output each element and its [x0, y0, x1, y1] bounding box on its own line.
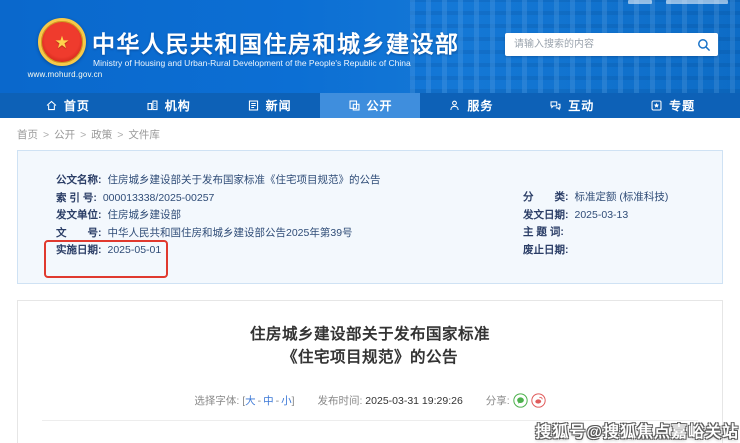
- article-title-line1: 住房城乡建设部关于发布国家标准: [18, 323, 722, 346]
- info-row-doc-title: 公文名称:住房城乡建设部关于发布国家标准《住宅项目规范》的公告: [56, 172, 381, 190]
- info-row-issue-date: 发文日期:2025-03-13: [523, 207, 668, 225]
- breadcrumb-item-library[interactable]: 文件库: [128, 129, 160, 141]
- news-icon: [247, 99, 260, 112]
- info-row-abolition-date: 废止日期:: [523, 242, 668, 260]
- publish-time-label: 发布时间:: [317, 395, 362, 407]
- document-info-right-column: 分 类:标准定额 (标准科技) 发文日期:2025-03-13 主 题 词: 废…: [523, 189, 668, 259]
- search-input[interactable]: [512, 38, 697, 51]
- breadcrumb-item-disclosure[interactable]: 公开: [54, 129, 75, 141]
- site-url: www.mohurd.gov.cn: [6, 70, 124, 79]
- nav-item-news[interactable]: 新闻: [219, 93, 320, 118]
- breadcrumb-separator: >: [80, 129, 86, 141]
- font-selector-label: 选择字体:: [194, 395, 239, 407]
- building-icon: [146, 99, 159, 112]
- nav-item-organization[interactable]: 机构: [118, 93, 219, 118]
- main-navigation: 首页 机构 新闻 公开 服务: [0, 93, 740, 118]
- disclosure-icon: [348, 99, 361, 112]
- nav-label: 专题: [669, 97, 695, 114]
- nav-label: 服务: [467, 97, 493, 114]
- breadcrumb-item-policy[interactable]: 政策: [91, 129, 112, 141]
- home-icon: [45, 99, 58, 112]
- sohu-watermark: 搜狐号@搜狐焦点嘉峪关站: [535, 418, 739, 442]
- site-header: ★ www.mohurd.gov.cn 中华人民共和国住房和城乡建设部 Mini…: [0, 0, 740, 93]
- info-row-category: 分 类:标准定额 (标准科技): [523, 189, 668, 207]
- emblem-star-icon: ★: [54, 34, 69, 51]
- publish-time: 发布时间: 2025-03-31 19:29:26: [317, 395, 465, 407]
- article-title: 住房城乡建设部关于发布国家标准 《住宅项目规范》的公告: [18, 323, 722, 369]
- article-title-line2: 《住宅项目规范》的公告: [18, 346, 722, 369]
- nav-item-topics[interactable]: 专题: [622, 93, 723, 118]
- info-row-doc-number: 文 号:中华人民共和国住房和城乡建设部公告2025年第39号: [56, 225, 381, 243]
- info-row-subject-words: 主 题 词:: [523, 224, 668, 242]
- breadcrumb-separator: >: [43, 129, 49, 141]
- search-box: [505, 33, 718, 56]
- share-group: 分享:: [486, 395, 546, 407]
- info-row-implementation-date: 实施日期:2025-05-01: [56, 242, 381, 260]
- nav-label: 首页: [64, 97, 90, 114]
- search-icon[interactable]: [697, 38, 711, 52]
- info-row-issuing-unit: 发文单位:住房城乡建设部: [56, 207, 381, 225]
- nav-item-disclosure[interactable]: 公开: [320, 93, 421, 118]
- nav-item-services[interactable]: 服务: [420, 93, 521, 118]
- interaction-icon: [549, 99, 562, 112]
- wechat-share-icon[interactable]: [513, 393, 528, 408]
- font-size-medium[interactable]: 中: [263, 395, 274, 407]
- breadcrumb: 首页 > 公开 > 政策 > 文件库: [17, 127, 160, 142]
- publish-time-value: 2025-03-31 19:29:26: [365, 395, 463, 407]
- nav-label: 机构: [165, 97, 191, 114]
- font-size-large[interactable]: 大: [245, 395, 256, 407]
- nav-label: 互动: [568, 97, 594, 114]
- breadcrumb-item-home[interactable]: 首页: [17, 129, 38, 141]
- site-subtitle-english: Ministry of Housing and Urban-Rural Deve…: [93, 58, 411, 68]
- topic-star-icon: [650, 99, 663, 112]
- clipped-topbar-links: [628, 0, 652, 4]
- font-size-separator: -: [258, 395, 262, 407]
- national-emblem-icon: ★: [38, 18, 86, 66]
- breadcrumb-separator: >: [117, 129, 123, 141]
- nav-item-home[interactable]: 首页: [17, 93, 118, 118]
- site-title: 中华人民共和国住房和城乡建设部: [92, 25, 460, 59]
- weibo-share-icon[interactable]: [531, 393, 546, 408]
- font-size-small[interactable]: 小: [281, 395, 292, 407]
- article-meta-row: 选择字体: [大-中-小] 发布时间: 2025-03-31 19:29:26 …: [18, 393, 722, 411]
- clipped-topbar-links: [666, 0, 728, 4]
- share-label: 分享:: [486, 395, 510, 407]
- document-info-panel: 公文名称:住房城乡建设部关于发布国家标准《住宅项目规范》的公告 索 引 号:00…: [17, 150, 723, 284]
- site-logo[interactable]: ★ www.mohurd.gov.cn: [36, 16, 92, 86]
- document-info-left-column: 公文名称:住房城乡建设部关于发布国家标准《住宅项目规范》的公告 索 引 号:00…: [56, 172, 381, 260]
- nav-item-interaction[interactable]: 互动: [521, 93, 622, 118]
- nav-label: 新闻: [266, 97, 292, 114]
- bracket: ]: [292, 395, 295, 407]
- nav-label: 公开: [367, 97, 393, 114]
- info-row-index-number: 索 引 号:000013338/2025-00257: [56, 190, 381, 208]
- font-size-selector: 选择字体: [大-中-小]: [194, 395, 297, 407]
- service-person-icon: [448, 99, 461, 112]
- font-size-separator: -: [276, 395, 280, 407]
